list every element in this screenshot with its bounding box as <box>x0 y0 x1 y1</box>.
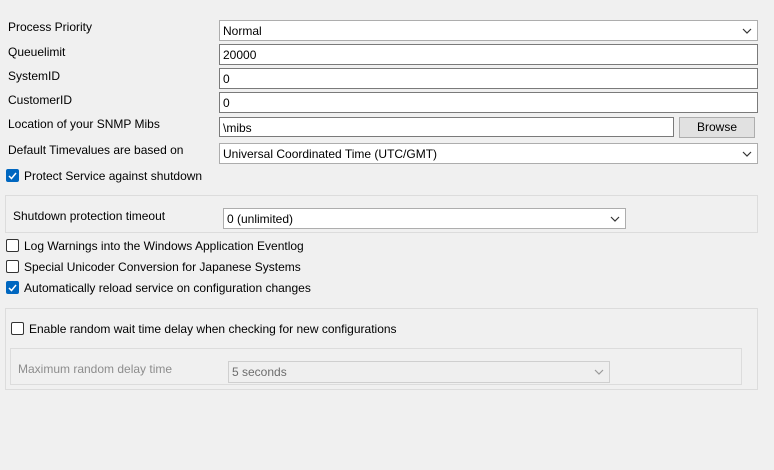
max-random-delay-value: 5 seconds <box>232 365 287 379</box>
snmp-mibs-label: Location of your SNMP Mibs <box>8 117 160 131</box>
process-priority-select[interactable]: Normal <box>219 20 758 41</box>
system-id-input[interactable]: 0 <box>219 68 758 89</box>
customer-id-label: CustomerID <box>8 93 73 107</box>
shutdown-timeout-label: Shutdown protection timeout <box>13 209 166 223</box>
queuelimit-label: Queuelimit <box>8 45 66 59</box>
chevron-down-icon <box>608 211 622 227</box>
browse-button[interactable]: Browse <box>679 117 755 138</box>
protect-service-label[interactable]: Protect Service against shutdown <box>24 169 202 183</box>
chevron-down-icon <box>740 146 754 162</box>
snmp-mibs-input[interactable]: \mibs <box>219 117 674 137</box>
shutdown-timeout-value: 0 (unlimited) <box>227 212 294 226</box>
max-random-delay-select[interactable]: 5 seconds <box>228 361 610 383</box>
chevron-down-icon <box>740 23 754 39</box>
process-priority-value: Normal <box>223 24 262 38</box>
timevalues-label: Default Timevalues are based on <box>8 143 184 157</box>
unicode-conversion-checkbox[interactable] <box>6 260 19 273</box>
random-wait-checkbox[interactable] <box>11 322 24 335</box>
system-id-label: SystemID <box>8 69 61 83</box>
protect-service-checkbox[interactable] <box>6 169 19 182</box>
auto-reload-label[interactable]: Automatically reload service on configur… <box>24 281 311 295</box>
log-warnings-label[interactable]: Log Warnings into the Windows Applicatio… <box>24 239 304 253</box>
queuelimit-input[interactable]: 20000 <box>219 44 758 65</box>
timevalues-value: Universal Coordinated Time (UTC/GMT) <box>223 147 438 161</box>
random-wait-label[interactable]: Enable random wait time delay when check… <box>29 322 397 336</box>
shutdown-timeout-select[interactable]: 0 (unlimited) <box>223 208 626 229</box>
log-warnings-checkbox[interactable] <box>6 239 19 252</box>
process-priority-label: Process Priority <box>8 20 93 34</box>
customer-id-input[interactable]: 0 <box>219 92 758 113</box>
timevalues-select[interactable]: Universal Coordinated Time (UTC/GMT) <box>219 143 758 164</box>
checkmark-icon <box>8 172 17 180</box>
chevron-down-icon <box>592 364 606 380</box>
unicode-conversion-label[interactable]: Special Unicoder Conversion for Japanese… <box>24 260 301 274</box>
checkmark-icon <box>8 284 17 292</box>
max-random-delay-label: Maximum random delay time <box>18 362 173 376</box>
auto-reload-checkbox[interactable] <box>6 281 19 294</box>
